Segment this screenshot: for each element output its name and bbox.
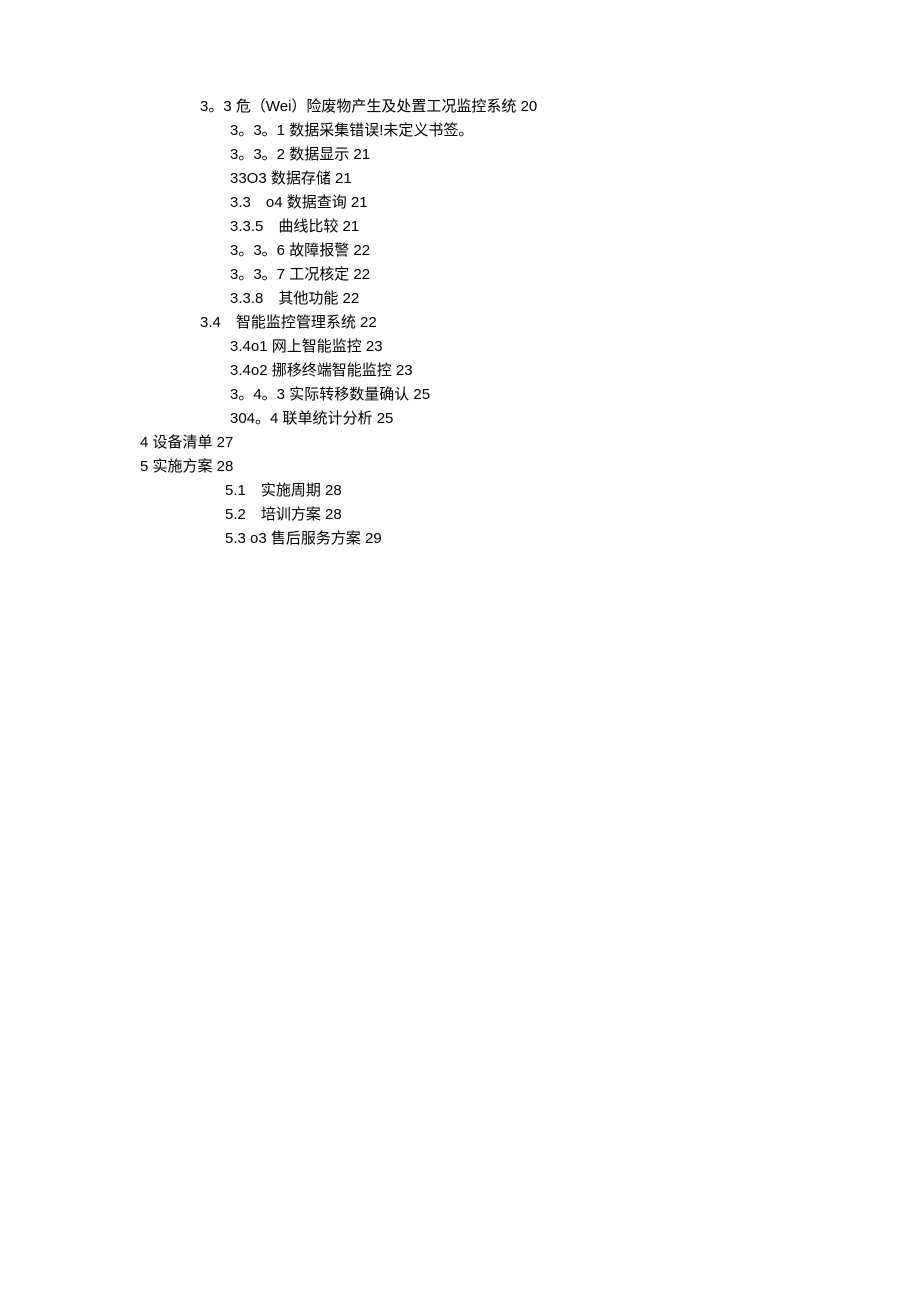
toc-entry-6: 3。3。6 故障报警 22: [230, 239, 840, 263]
toc-entry-18: 5.3 o3 售后服务方案 29: [225, 527, 840, 551]
toc-entry-11: 3.4o2 挪移终端智能监控 23: [230, 359, 840, 383]
toc-entry-5: 3.3.5 曲线比较 21: [230, 215, 840, 239]
toc-entry-3: 33O3 数据存储 21: [230, 167, 840, 191]
toc-entry-1: 3。3。1 数据采集错误!未定义书签。: [230, 119, 840, 143]
toc-entry-10: 3.4o1 网上智能监控 23: [230, 335, 840, 359]
toc-entry-2: 3。3。2 数据显示 21: [230, 143, 840, 167]
toc-entry-16: 5.1 实施周期 28: [225, 479, 840, 503]
toc-entry-9: 3.4 智能监控管理系统 22: [200, 311, 840, 335]
toc-entry-8: 3.3.8 其他功能 22: [230, 287, 840, 311]
toc-entry-17: 5.2 培训方案 28: [225, 503, 840, 527]
toc-entry-14: 4 设备清单 27: [140, 431, 840, 455]
toc-entry-15: 5 实施方案 28: [140, 455, 840, 479]
toc-entry-13: 304。4 联单统计分析 25: [230, 407, 840, 431]
toc-entry-12: 3。4。3 实际转移数量确认 25: [230, 383, 840, 407]
toc-container: 3。3 危（Wei）险废物产生及处置工况监控系统 203。3。1 数据采集错误!…: [140, 95, 840, 551]
toc-entry-7: 3。3。7 工况核定 22: [230, 263, 840, 287]
toc-entry-0: 3。3 危（Wei）险废物产生及处置工况监控系统 20: [200, 95, 840, 119]
toc-entry-4: 3.3 o4 数据查询 21: [230, 191, 840, 215]
